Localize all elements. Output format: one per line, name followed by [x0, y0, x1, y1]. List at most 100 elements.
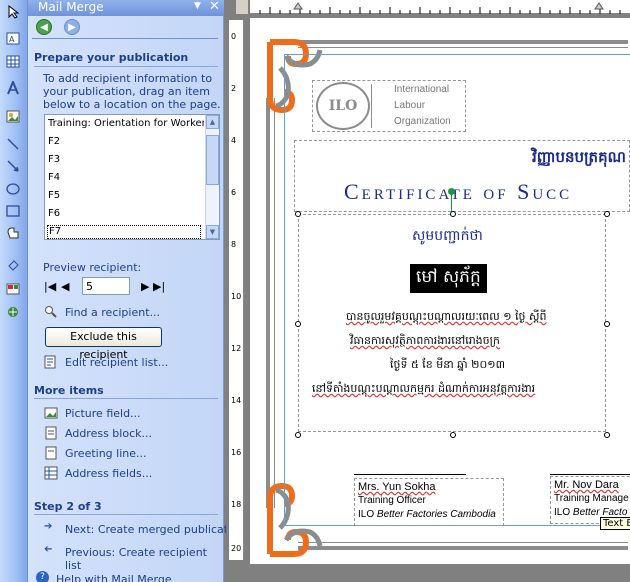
signer-1-name: Mrs. Yun Sokha	[358, 481, 436, 493]
select-arrow-icon[interactable]	[3, 3, 23, 21]
last-record-icon[interactable]: ▶|	[153, 280, 165, 293]
vertical-ruler[interactable]: 0 2 4 6 8 10 12 14 16 18 20	[229, 20, 244, 560]
objects-toolbar: A	[0, 0, 28, 582]
instruction-line-2: your publication, drag an item	[43, 85, 210, 98]
body-line-1: បានចូលរួមវគ្គបណ្តុះបណ្តាលរយៈពេល ១ ថ្ងៃ ស…	[346, 310, 547, 323]
step-label: Step 2 of 3	[34, 500, 102, 513]
ruler-label: 2	[231, 84, 237, 93]
ilo-logo: ILO	[316, 82, 370, 130]
record-number-input[interactable]	[82, 277, 130, 295]
resize-handle[interactable]	[604, 321, 610, 327]
list-item[interactable]: Training: Orientation for Worker	[48, 117, 204, 131]
previous-arrow-icon: ➔	[44, 544, 53, 555]
forward-arrow-icon[interactable]: ▶	[64, 19, 80, 35]
ruler-label: 18	[231, 500, 242, 509]
edit-recipient-list-link[interactable]: Edit recipient list...	[65, 356, 168, 369]
section-heading-more-items: More items	[34, 384, 104, 397]
address-fields-icon	[44, 466, 58, 480]
body-line-4: នៅទីតាំងបណ្តុះបណ្តាលកម្មករ ដំណាក់ការអនុវ…	[312, 382, 536, 395]
resize-handle[interactable]	[604, 432, 610, 438]
ruler-label: 0	[231, 32, 237, 41]
first-record-icon[interactable]: |◀	[44, 280, 56, 293]
tooltip: Text B	[600, 517, 630, 530]
scroll-down-icon[interactable]: ▼	[206, 225, 219, 239]
address-fields-link[interactable]: Address fields...	[65, 467, 152, 480]
section-heading-prepare: Prepare your publication	[34, 51, 189, 64]
close-icon[interactable]: ✕	[209, 0, 220, 14]
next-record-icon[interactable]: ▶	[141, 280, 149, 293]
ruler-label: 8	[231, 240, 237, 249]
wordart-icon[interactable]	[3, 79, 23, 97]
list-item[interactable]: F2	[48, 135, 204, 149]
merge-field-list[interactable]: Training: Orientation for Worker F2 F3 F…	[44, 114, 220, 240]
frame-top	[298, 40, 628, 44]
ruler-label: 6	[231, 188, 237, 197]
back-arrow-icon[interactable]: ◀	[36, 19, 52, 35]
find-recipient-icon	[44, 305, 58, 319]
scroll-thumb[interactable]	[206, 135, 219, 185]
rotation-handle[interactable]	[448, 188, 455, 195]
ruler-label: 20	[231, 544, 242, 553]
picture-icon[interactable]	[3, 107, 23, 125]
preview-recipient-label: Preview recipient:	[43, 261, 142, 274]
arrow-line-icon[interactable]	[3, 157, 23, 175]
oval-icon[interactable]	[3, 180, 23, 198]
frame-left	[266, 98, 270, 508]
signer-1: Mrs. Yun Sokha Training Officer ILO Bett…	[358, 480, 496, 522]
address-block-link[interactable]: Address block...	[65, 427, 152, 440]
signer-2-title: Training Manage	[554, 493, 629, 504]
horizontal-ruler[interactable]	[250, 0, 630, 14]
help-link[interactable]: Help with Mail Merge	[56, 573, 172, 582]
publication-page: ILO International Labour Organization វិ…	[250, 18, 630, 564]
find-recipient-link[interactable]: Find a recipient...	[65, 306, 160, 319]
svg-text:A: A	[9, 35, 15, 44]
ruler-label: 16	[231, 448, 242, 457]
hot-spot-icon[interactable]	[3, 303, 23, 321]
ruler-label: 4	[231, 136, 237, 145]
khmer-subtitle: សូមបញ្ជាក់ថា	[412, 228, 483, 244]
ruler-corner	[236, 0, 248, 14]
task-pane-title-bar: Mail Merge ▼ ✕	[28, 0, 224, 16]
picture-field-link[interactable]: Picture field...	[65, 407, 141, 420]
dropdown-arrow-icon[interactable]: ▼	[194, 1, 201, 11]
khmer-title: វិញ្ញាបនបត្រគុណ	[532, 148, 626, 166]
line-icon[interactable]	[3, 135, 23, 153]
resize-handle[interactable]	[295, 432, 301, 438]
fill-icon[interactable]	[3, 256, 23, 274]
greeting-line-icon	[44, 446, 58, 460]
resize-handle[interactable]	[295, 211, 301, 217]
list-item[interactable]: F3	[48, 153, 204, 167]
help-icon: ?	[36, 571, 49, 582]
mail-merge-task-pane: Mail Merge ▼ ✕ ◀ ▶ Prepare your publicat…	[28, 0, 251, 582]
task-pane-title: Mail Merge	[38, 0, 104, 14]
list-item[interactable]: F6	[48, 207, 204, 221]
autoshapes-icon[interactable]	[3, 224, 23, 242]
resize-handle[interactable]	[450, 432, 456, 438]
resize-handle[interactable]	[604, 211, 610, 217]
body-line-3: ថ្ងៃទី ៥ ខែ មីនា ឆ្នាំ ២០១៣	[390, 358, 505, 371]
text-box-icon[interactable]: A	[3, 29, 23, 47]
greeting-line-link[interactable]: Greeting line...	[65, 447, 147, 460]
list-scrollbar[interactable]: ▲ ▼	[205, 115, 219, 239]
resize-handle[interactable]	[450, 211, 456, 217]
previous-step-link[interactable]: Previous: Create recipient list	[65, 546, 223, 572]
table-icon[interactable]	[3, 52, 23, 70]
exclude-recipient-button[interactable]: Exclude this recipient	[45, 327, 162, 361]
list-item[interactable]: F4	[48, 171, 204, 185]
design-gallery-icon[interactable]	[3, 280, 23, 298]
recipient-name: មៅ សុភ័ក្ត	[410, 264, 487, 293]
instruction-line-1: To add recipient information to	[43, 72, 213, 85]
next-step-link[interactable]: Next: Create merged publications	[65, 523, 251, 536]
address-block-icon	[44, 426, 58, 440]
ruler-label: 14	[231, 396, 242, 405]
previous-record-icon[interactable]: ◀	[61, 280, 69, 293]
scroll-up-icon[interactable]: ▲	[206, 115, 219, 129]
picture-field-icon	[44, 406, 58, 420]
ruler-label: 12	[231, 344, 242, 353]
edit-list-icon	[44, 355, 58, 369]
instruction-line-3: below to a location on the page.	[43, 98, 221, 111]
rectangle-icon[interactable]	[3, 202, 23, 220]
resize-handle[interactable]	[295, 321, 301, 327]
list-item-selected[interactable]: F7	[47, 225, 201, 239]
list-item[interactable]: F5	[48, 189, 204, 203]
